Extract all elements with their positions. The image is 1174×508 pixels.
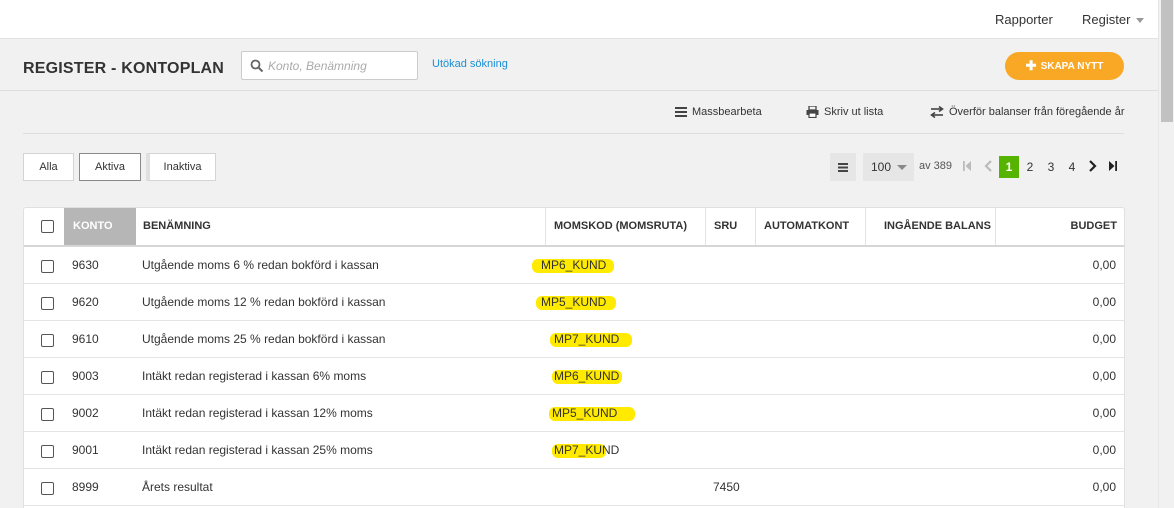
cell-benamning: Intäkt redan registerad i kassan 25% mom… [142,443,373,457]
row-checkbox[interactable] [41,445,54,458]
accounts-table: KONTO BENÄMNING MOMSKOD (MOMSRUTA) SRU A… [23,207,1125,508]
cell-budget: 0,00 [1092,258,1116,272]
page-3-button[interactable]: 3 [1041,156,1061,178]
create-new-label: SKAPA NYTT [1040,61,1104,72]
cell-benamning: Intäkt redan registerad i kassan 12% mom… [142,406,373,420]
column-sru[interactable]: SRU [705,208,755,245]
cell-konto: 9610 [72,332,99,346]
cell-momskod: MP6_KUND [554,369,620,383]
scrollbar-thumb[interactable] [1161,0,1173,122]
row-checkbox[interactable] [41,260,54,273]
table-row[interactable]: 9003 Intäkt redan registerad i kassan 6%… [24,358,1124,395]
page-header: REGISTER - KONTOPLAN Utökad sökning ✚SKA… [0,40,1158,91]
row-checkbox[interactable] [41,371,54,384]
total-count: av 389 [919,160,953,172]
column-momskod[interactable]: MOMSKOD (MOMSRUTA) [545,208,705,245]
column-ingaende-balans[interactable]: INGÅENDE BALANS [865,208,995,245]
prev-page-icon[interactable] [984,160,993,172]
table-header: KONTO BENÄMNING MOMSKOD (MOMSRUTA) SRU A… [24,208,1124,247]
search-icon [250,59,264,73]
page-1-button[interactable]: 1 [999,156,1019,178]
cell-benamning: Intäkt redan registerad i kassan 6% moms [142,369,367,383]
page-size-select[interactable]: 100 [863,153,914,181]
page-title: REGISTER - KONTOPLAN [23,60,225,77]
nav-reports-link[interactable]: Rapporter [995,12,1053,27]
column-budget[interactable]: BUDGET [995,208,1117,245]
list-view-button[interactable] [830,153,856,181]
cell-konto: 9003 [72,369,99,383]
cell-benamning: Utgående moms 6 % redan bokförd i kassan [142,258,379,272]
filter-inactive-button[interactable]: Inaktiva [146,153,216,181]
cell-momskod: MP7_KUND [554,332,620,346]
nav-register-menu[interactable]: Register [1082,12,1145,27]
column-automatkont[interactable]: AUTOMATKONT [755,208,865,245]
cell-budget: 0,00 [1092,332,1116,346]
cell-konto: 9001 [72,443,99,457]
print-list-button[interactable]: Skriv ut lista [806,106,883,118]
select-all-checkbox[interactable] [41,220,54,233]
page-scrollbar[interactable] [1158,0,1174,508]
plus-icon: ✚ [1025,58,1037,73]
advanced-search-link[interactable]: Utökad sökning [432,58,508,70]
page-2-button[interactable]: 2 [1020,156,1040,178]
filter-all-button[interactable]: Alla [23,153,74,181]
transfer-balances-label: Överför balanser från föregående år [949,106,1125,118]
top-navbar: Rapporter Register [0,0,1158,39]
action-toolbar: Massbearbeta Skriv ut lista Överför bala… [0,92,1158,134]
column-benamning[interactable]: BENÄMNING [134,208,544,245]
page-size-value: 100 [871,160,892,174]
cell-momskod: MP5_KUND [541,295,607,309]
cell-konto: 8999 [72,480,99,494]
next-page-icon[interactable] [1088,160,1097,172]
first-page-icon[interactable] [962,160,972,172]
chevron-down-icon [1136,18,1145,24]
table-row[interactable]: 9001 Intäkt redan registerad i kassan 25… [24,432,1124,469]
list-icon [838,163,848,172]
cell-momskod: MP6_KUND [541,258,607,272]
search-box[interactable] [241,51,418,80]
cell-sru: 7450 [713,480,740,494]
row-checkbox[interactable] [41,297,54,310]
row-checkbox[interactable] [41,482,54,495]
cell-budget: 0,00 [1092,369,1116,383]
bulk-edit-label: Massbearbeta [692,106,762,118]
transfer-balances-button[interactable]: Överför balanser från föregående år [930,106,1125,118]
row-checkbox[interactable] [41,408,54,421]
last-page-icon[interactable] [1108,160,1118,172]
print-list-label: Skriv ut lista [824,106,884,118]
cell-budget: 0,00 [1092,295,1116,309]
table-row[interactable]: 8999 Årets resultat 7450 0,00 [24,469,1124,506]
search-input[interactable] [268,57,413,75]
cell-momskod: MP5_KUND [552,406,618,420]
page-4-button[interactable]: 4 [1062,156,1082,178]
cell-momskod: MP7_KUND [554,443,620,457]
create-new-button[interactable]: ✚ SKAPA NYTT [1005,52,1124,80]
chevron-down-icon [897,165,907,170]
list-icon [675,107,687,117]
table-row[interactable]: 9630 Utgående moms 6 % redan bokförd i k… [24,247,1124,284]
nav-register-label: Register [1082,12,1131,27]
cell-budget: 0,00 [1092,480,1116,494]
bulk-edit-button[interactable]: Massbearbeta [675,106,762,118]
table-row[interactable]: 9620 Utgående moms 12 % redan bokförd i … [24,284,1124,321]
cell-konto: 9620 [72,295,99,309]
cell-benamning: Årets resultat [142,480,213,494]
transfer-arrows-icon [930,106,944,118]
cell-budget: 0,00 [1092,443,1116,457]
cell-konto: 9002 [72,406,99,420]
cell-budget: 0,00 [1092,406,1116,420]
cell-konto: 9630 [72,258,99,272]
printer-icon [806,106,819,118]
row-checkbox[interactable] [41,334,54,347]
cell-benamning: Utgående moms 25 % redan bokförd i kassa… [142,332,386,346]
cell-benamning: Utgående moms 12 % redan bokförd i kassa… [142,295,386,309]
table-row[interactable]: 9002 Intäkt redan registerad i kassan 12… [24,395,1124,432]
filter-active-button[interactable]: Aktiva [79,153,141,181]
column-konto[interactable]: KONTO [64,208,136,245]
toolbar-divider [23,133,1124,134]
table-row[interactable]: 9610 Utgående moms 25 % redan bokförd i … [24,321,1124,358]
